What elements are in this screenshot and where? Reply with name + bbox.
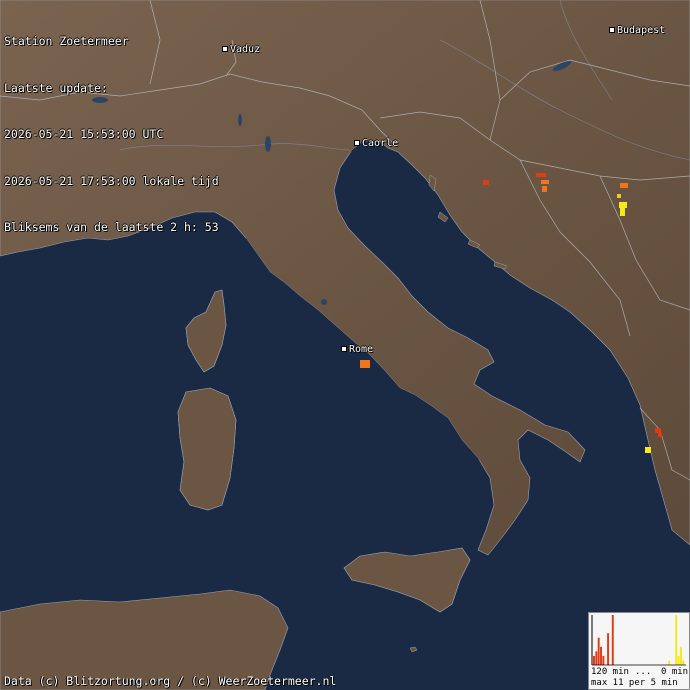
legend-right-label: 0 min — [661, 667, 689, 677]
strike-histogram-legend: 120 min ... 0 min max 11 per 5 min — [588, 612, 690, 690]
data-credit: Data (c) Blitzortung.org / (c) WeerZoete… — [4, 674, 337, 688]
station-name: Station Zoetermeer — [4, 34, 129, 48]
city-label: Rome — [349, 344, 374, 355]
strike — [483, 180, 489, 185]
strike — [360, 360, 370, 368]
histogram-bar — [679, 646, 682, 665]
histogram-bar — [597, 637, 600, 665]
city-label: Caorle — [362, 138, 399, 149]
city-rome: Rome — [341, 344, 373, 355]
histogram-bar — [675, 615, 678, 665]
histogram-bar — [682, 660, 685, 665]
legend-left-label: 120 min — [591, 667, 629, 677]
strike — [620, 208, 625, 216]
strike — [619, 202, 627, 208]
city-caorle: Caorle — [354, 138, 398, 149]
update-label: Laatste update: — [4, 80, 108, 95]
strike — [655, 428, 661, 433]
city-marker-icon — [609, 27, 615, 33]
info-header: Station Zoetermeer Laatste update: 2026-… — [4, 3, 219, 251]
strike — [658, 433, 662, 437]
strike — [645, 447, 651, 453]
histogram-bar — [611, 615, 614, 665]
histogram-bar — [602, 655, 605, 665]
city-marker-icon — [222, 46, 228, 52]
city-marker-icon — [341, 346, 347, 352]
city-label: Budapest — [617, 25, 666, 36]
histogram-bar — [677, 655, 680, 665]
histogram-bar — [668, 660, 671, 665]
histogram-bar — [600, 646, 602, 665]
strike — [620, 183, 628, 188]
strike — [542, 186, 547, 192]
strike — [541, 180, 549, 184]
histogram-bar — [595, 651, 598, 665]
histogram-bar — [607, 633, 610, 665]
city-marker-icon — [354, 140, 360, 146]
histogram-chart — [591, 615, 686, 666]
histogram-bar — [593, 655, 595, 665]
strike — [536, 173, 546, 177]
city-budapest: Budapest — [609, 25, 665, 36]
city-vaduz: Vaduz — [222, 44, 260, 55]
strike — [617, 194, 621, 198]
local-time: 2026-05-21 17:53:00 lokale tijd — [4, 173, 219, 188]
utc-time: 2026-05-21 15:53:00 UTC — [4, 127, 164, 141]
strike-count: Bliksems van de laatste 2 h: 53 — [4, 220, 219, 234]
city-label: Vaduz — [230, 44, 261, 55]
legend-bottom-label: max 11 per 5 min — [591, 678, 678, 688]
legend-mid-label: ... — [635, 667, 652, 677]
